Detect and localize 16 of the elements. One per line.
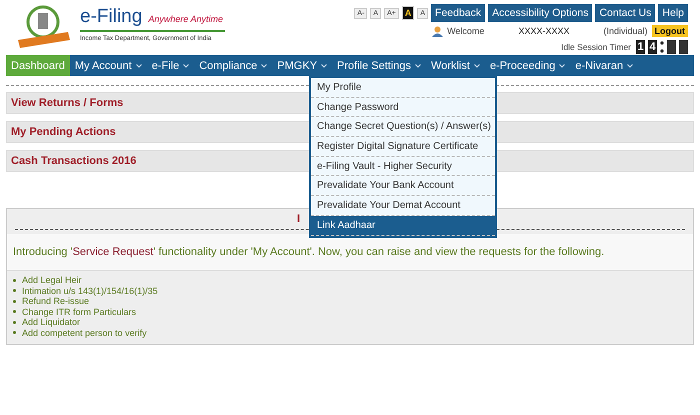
request-item: Add Legal Heir [22,275,82,286]
user-id: XXXX-XXXX [518,26,570,36]
welcome-text: Welcome [447,26,484,36]
brand-tagline: Anywhere Anytime [148,14,224,24]
timer-digit: 4 [648,40,657,54]
request-item: Change ITR form Particulars [22,306,136,317]
notice-heading: I [297,213,300,225]
timer-label: Idle Session Timer [561,42,631,52]
notice-intro: Introducing 'Service Request' functionality under 'My Account'. Now, you can raise and view the requests for the following. [13,246,604,258]
brand-title: e-Filing [80,6,142,28]
request-item: Refund Re-issue [22,296,90,306]
timer-digit: 1 [636,40,645,54]
user-type: (Individual) [603,26,648,36]
request-item: Intimation u/s 143(1)/154/16(1)/35 [22,286,158,296]
request-item: Add Liquidator [22,317,80,328]
request-item: Add competent person to verify [22,328,147,338]
